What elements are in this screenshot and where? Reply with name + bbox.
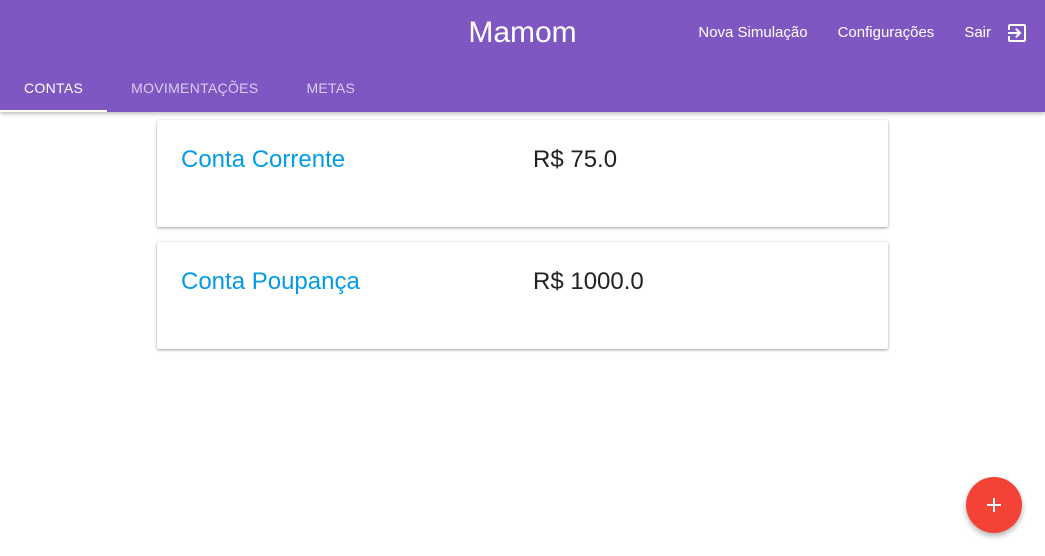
account-name[interactable]: Conta Poupança [181, 268, 360, 296]
tab-contas[interactable]: Contas [0, 64, 108, 112]
new-simulation-link[interactable]: Nova Simulação [698, 20, 807, 46]
active-tab-indicator [0, 110, 108, 112]
logout-link[interactable]: Sair [964, 20, 991, 46]
add-account-button[interactable] [966, 477, 1022, 533]
exit-to-app-icon[interactable] [1005, 21, 1029, 45]
account-card[interactable]: Conta Poupança R$ 1000.0 [157, 242, 888, 349]
account-balance: R$ 1000.0 [533, 268, 644, 295]
tab-label: Movimentações [131, 80, 259, 96]
tab-movimentacoes[interactable]: Movimentações [107, 64, 282, 112]
account-card[interactable]: Conta Corrente R$ 75.0 [157, 120, 888, 227]
tab-label: Contas [24, 80, 84, 96]
account-name[interactable]: Conta Corrente [181, 146, 345, 174]
top-nav: Nova Simulação Configurações Sair [698, 20, 1029, 46]
tab-label: Metas [306, 80, 356, 96]
app-header: Mamom Nova Simulação Configurações Sair … [0, 0, 1045, 112]
add-icon [987, 498, 1001, 512]
settings-link[interactable]: Configurações [838, 20, 935, 46]
accounts-list: Conta Corrente R$ 75.0 Conta Poupança R$… [157, 120, 888, 364]
account-balance: R$ 75.0 [533, 146, 618, 173]
tab-metas[interactable]: Metas [282, 64, 379, 112]
tab-bar: Contas Movimentações Metas [0, 64, 379, 112]
